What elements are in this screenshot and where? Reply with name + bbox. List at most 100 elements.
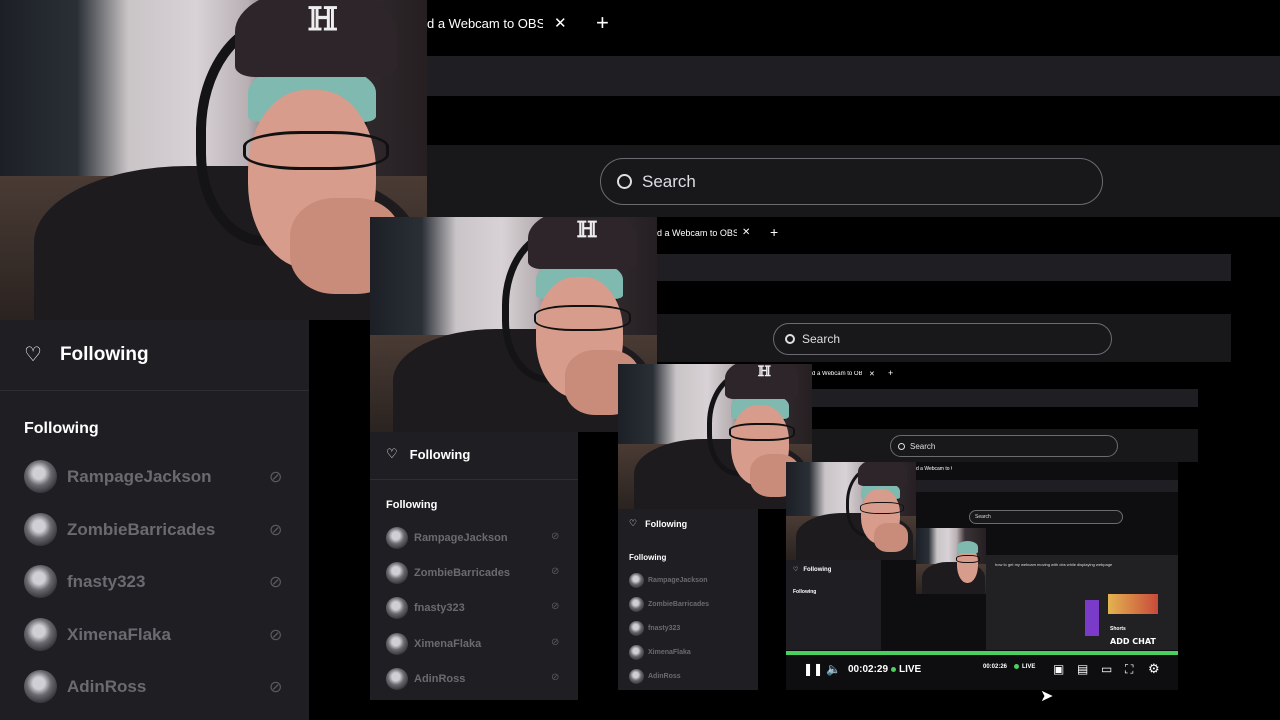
following-header-label: Following — [803, 566, 832, 573]
channel-name: XimenaFlaka — [67, 624, 171, 644]
browser-toolbar — [916, 480, 1178, 492]
progress-bar[interactable] — [786, 651, 1178, 655]
close-tab-icon: ✕ — [742, 227, 751, 238]
webcam-feed: ℍ — [618, 364, 812, 509]
offline-icon: ⊘ — [269, 469, 283, 486]
channel-name: RampageJackson — [648, 577, 708, 584]
offline-icon: ⊘ — [269, 522, 283, 539]
live-badge-inner: LIVE — [1014, 664, 1035, 670]
channel-name: fnasty323 — [648, 625, 681, 632]
clip-icon[interactable]: ▤ — [1077, 662, 1088, 676]
channel-name: AdinRoss — [648, 673, 681, 680]
live-badge: LIVE — [891, 664, 921, 675]
search-bar: Search — [773, 323, 1112, 355]
channel-row-zombiebarricades[interactable]: ZombieBarricades — [24, 513, 215, 546]
channel-name: ZombieBarricades — [67, 519, 216, 539]
channel-name: AdinRoss — [414, 673, 466, 685]
following-header: ♡ Following — [629, 518, 687, 529]
channel-row: AdinRoss — [629, 669, 681, 684]
divider — [0, 390, 309, 391]
channel-row: RampageJackson — [629, 573, 708, 588]
channel-row: RampageJackson — [386, 527, 508, 549]
channel-name: RampageJackson — [67, 466, 212, 486]
channel-name: XimenaFlaka — [414, 638, 482, 650]
channel-row: XimenaFlaka — [386, 633, 481, 655]
new-tab-icon: + — [770, 224, 779, 240]
search-icon — [617, 174, 632, 189]
channel-row-fnasty323[interactable]: fnasty323 — [24, 565, 145, 598]
following-section-label: Following — [629, 553, 667, 562]
following-header-label: Following — [59, 343, 149, 365]
tab-title[interactable]: d a Webcam to OBS S — [427, 16, 543, 31]
channel-row: fnasty323 — [629, 621, 680, 636]
thumbnail — [1108, 594, 1158, 614]
theatre-icon[interactable]: ▭ — [1101, 662, 1112, 676]
channel-row: XimenaFlaka — [629, 645, 691, 660]
search-placeholder: Search — [802, 332, 841, 346]
channel-row: ZombieBarricades — [629, 597, 709, 612]
channel-row: AdinRoss — [386, 668, 465, 690]
channel-row-ximenaflaka[interactable]: XimenaFlaka — [24, 618, 171, 651]
channel-row-adinross[interactable]: AdinRoss — [24, 670, 146, 703]
following-header-label: Following — [645, 518, 688, 529]
following-section-label: Following — [386, 499, 438, 511]
channel-name: ZombieBarricades — [414, 567, 510, 579]
gear-icon[interactable]: ⚙ — [1148, 661, 1160, 677]
offline-icon: ⊘ — [551, 601, 560, 612]
shorts-label: Shorts — [1110, 626, 1126, 632]
offline-icon: ⊘ — [269, 627, 283, 644]
channel-row-rampagejackson[interactable]: RampageJackson — [24, 460, 212, 493]
tab-title: d a Webcam to OBS S — [812, 371, 862, 377]
following-sidebar: ♡ Following Following RampageJackson Zom… — [618, 509, 758, 690]
tab-title: d a Webcam to OBS S — [657, 228, 737, 238]
heart-icon: ♡ — [629, 518, 638, 528]
volume-icon[interactable]: 🔈 — [826, 662, 841, 676]
browser-toolbar — [427, 56, 1280, 96]
avatar — [24, 618, 57, 651]
close-tab-icon[interactable]: ✕ — [554, 14, 567, 32]
new-tab-icon: + — [888, 368, 894, 378]
purple-panel — [1085, 600, 1099, 636]
following-header[interactable]: ♡ Following — [24, 342, 149, 367]
tab-title: d a Webcam to OBS S — [916, 466, 952, 472]
overlay-text: ADD CHAT — [1110, 637, 1156, 646]
channel-name: ZombieBarricades — [648, 601, 710, 608]
cursor-icon: ➤ — [1040, 688, 1054, 705]
heart-icon: ♡ — [793, 567, 799, 573]
new-tab-icon[interactable]: + — [596, 10, 609, 36]
avatar — [24, 513, 57, 546]
webcam-feed: ℍ — [370, 217, 657, 432]
channel-name: fnasty323 — [414, 602, 465, 614]
avatar — [24, 670, 57, 703]
offline-icon: ⊘ — [551, 672, 560, 683]
channel-row: ZombieBarricades — [386, 562, 510, 584]
search-icon — [785, 334, 795, 344]
offline-icon: ⊘ — [551, 531, 560, 542]
pause-icon[interactable]: ❚❚ — [803, 662, 823, 676]
heart-icon: ♡ — [24, 344, 42, 366]
browser-toolbar — [812, 389, 1198, 407]
channel-name: AdinRoss — [67, 676, 147, 696]
search-bar: Search — [890, 435, 1118, 457]
following-sidebar: ♡ Following Following RampageJackson Zom… — [370, 432, 578, 700]
fullscreen-icon[interactable]: ⛶ — [1125, 662, 1133, 677]
nested-search-query: how to get my webcam moving with obs whi… — [995, 562, 1113, 567]
search-bar: Search — [969, 510, 1123, 524]
channel-row: fnasty323 — [386, 597, 465, 619]
search-placeholder: Search — [910, 441, 936, 451]
search-bar[interactable]: Search — [600, 158, 1103, 205]
following-header: ♡ Following — [793, 566, 832, 574]
elapsed-time: 00:02:29 — [848, 664, 889, 675]
following-section-label: Following — [24, 420, 99, 437]
pip-icon[interactable]: ▣ — [1053, 662, 1064, 676]
search-placeholder: Search — [642, 171, 696, 191]
avatar — [24, 565, 57, 598]
offline-icon: ⊘ — [269, 679, 283, 696]
heart-icon: ♡ — [386, 446, 398, 461]
webcam-feed — [916, 528, 986, 594]
following-header: ♡ Following — [386, 446, 470, 462]
channel-name: fnasty323 — [67, 571, 146, 591]
avatar — [24, 460, 57, 493]
offline-icon: ⊘ — [269, 574, 283, 591]
following-sidebar: ♡ Following Following — [786, 560, 881, 650]
